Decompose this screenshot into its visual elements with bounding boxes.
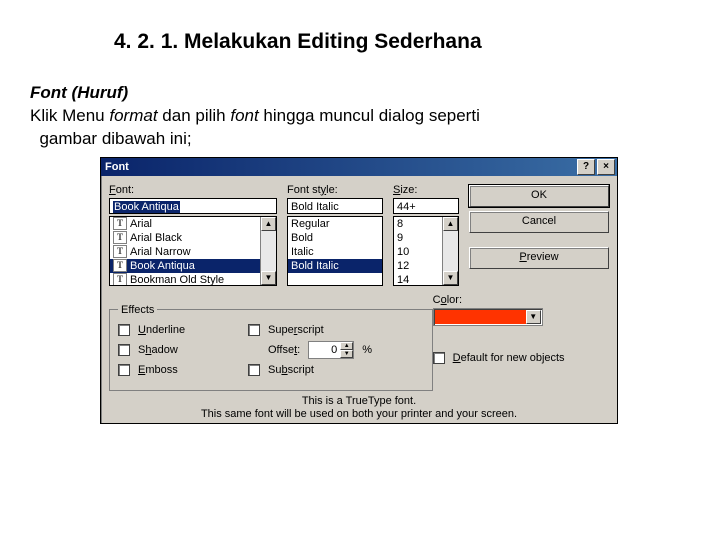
subscript-checkbox[interactable] <box>248 364 260 376</box>
default-label: Default for new objects <box>453 352 565 364</box>
intro-subhead: Font (Huruf) <box>30 83 128 102</box>
shadow-checkbox[interactable] <box>118 344 130 356</box>
underline-label: Underline <box>138 324 185 336</box>
truetype-icon: T <box>113 231 127 244</box>
offset-label: Offset: <box>268 344 300 356</box>
chevron-down-icon[interactable]: ▼ <box>526 310 541 324</box>
font-listbox[interactable]: TArialTArial BlackTArial NarrowTBook Ant… <box>109 216 277 286</box>
superscript-label: Superscript <box>268 324 324 336</box>
default-checkbox[interactable] <box>433 352 445 364</box>
close-button[interactable]: × <box>597 159 615 175</box>
color-label: Color: <box>433 294 609 306</box>
dialog-title: Font <box>105 161 129 173</box>
style-list-item[interactable]: Bold Italic <box>288 259 382 273</box>
fontstyle-label: Font style: <box>287 184 383 196</box>
superscript-checkbox[interactable] <box>248 324 260 336</box>
scrollbar[interactable]: ▲ ▼ <box>260 217 276 285</box>
dialog-titlebar[interactable]: Font ? × <box>101 158 617 176</box>
effects-group: Effects Underline Shadow Emboss Superscr… <box>109 304 433 391</box>
scroll-down-icon[interactable]: ▼ <box>443 271 458 285</box>
percent-label: % <box>362 344 372 356</box>
color-dropdown[interactable]: ▼ <box>433 308 543 326</box>
scroll-up-icon[interactable]: ▲ <box>261 217 276 231</box>
font-list-item[interactable]: TBook Antiqua <box>110 259 276 273</box>
offset-spinner[interactable]: ▲▼ <box>340 342 353 358</box>
truetype-icon: T <box>113 217 127 230</box>
truetype-icon: T <box>113 245 127 258</box>
truetype-icon: T <box>113 259 127 272</box>
style-list-item[interactable]: Bold <box>288 231 382 245</box>
fontstyle-listbox[interactable]: RegularBoldItalicBold Italic <box>287 216 383 286</box>
font-list-item[interactable]: TBookman Old Style <box>110 273 276 286</box>
font-list-item[interactable]: TArial Narrow <box>110 245 276 259</box>
scrollbar[interactable]: ▲ ▼ <box>442 217 458 285</box>
preview-button[interactable]: Preview <box>469 247 609 269</box>
subscript-label: Subscript <box>268 364 314 376</box>
size-label: Size: <box>393 184 459 196</box>
cancel-button[interactable]: Cancel <box>469 211 609 233</box>
font-list-item[interactable]: TArial Black <box>110 231 276 245</box>
size-input[interactable]: 44+ <box>393 198 459 214</box>
font-dialog: Font ? × Font: Book Antiqua TArialTArial… <box>100 157 618 424</box>
font-label: Font: <box>109 184 277 196</box>
emboss-checkbox[interactable] <box>118 364 130 376</box>
underline-checkbox[interactable] <box>118 324 130 336</box>
intro-text: Font (Huruf) Klik Menu format dan pilih … <box>30 82 690 151</box>
help-button[interactable]: ? <box>577 159 595 175</box>
color-swatch <box>435 310 526 324</box>
emboss-label: Emboss <box>138 364 178 376</box>
style-list-item[interactable]: Italic <box>288 245 382 259</box>
effects-legend: Effects <box>118 304 157 316</box>
dialog-footer: This is a TrueType font. This same font … <box>109 391 609 421</box>
ok-button[interactable]: OK <box>469 185 609 207</box>
offset-input[interactable]: 0 ▲▼ <box>308 341 354 359</box>
truetype-icon: T <box>113 273 127 286</box>
size-listbox[interactable]: 89101214 ▲ ▼ <box>393 216 459 286</box>
font-list-item[interactable]: TArial <box>110 217 276 231</box>
style-list-item[interactable]: Regular <box>288 217 382 231</box>
fontstyle-input[interactable]: Bold Italic <box>287 198 383 214</box>
scroll-down-icon[interactable]: ▼ <box>261 271 276 285</box>
scroll-up-icon[interactable]: ▲ <box>443 217 458 231</box>
page-heading: 4. 2. 1. Melakukan Editing Sederhana <box>30 30 690 54</box>
shadow-label: Shadow <box>138 344 178 356</box>
font-input[interactable]: Book Antiqua <box>109 198 277 214</box>
